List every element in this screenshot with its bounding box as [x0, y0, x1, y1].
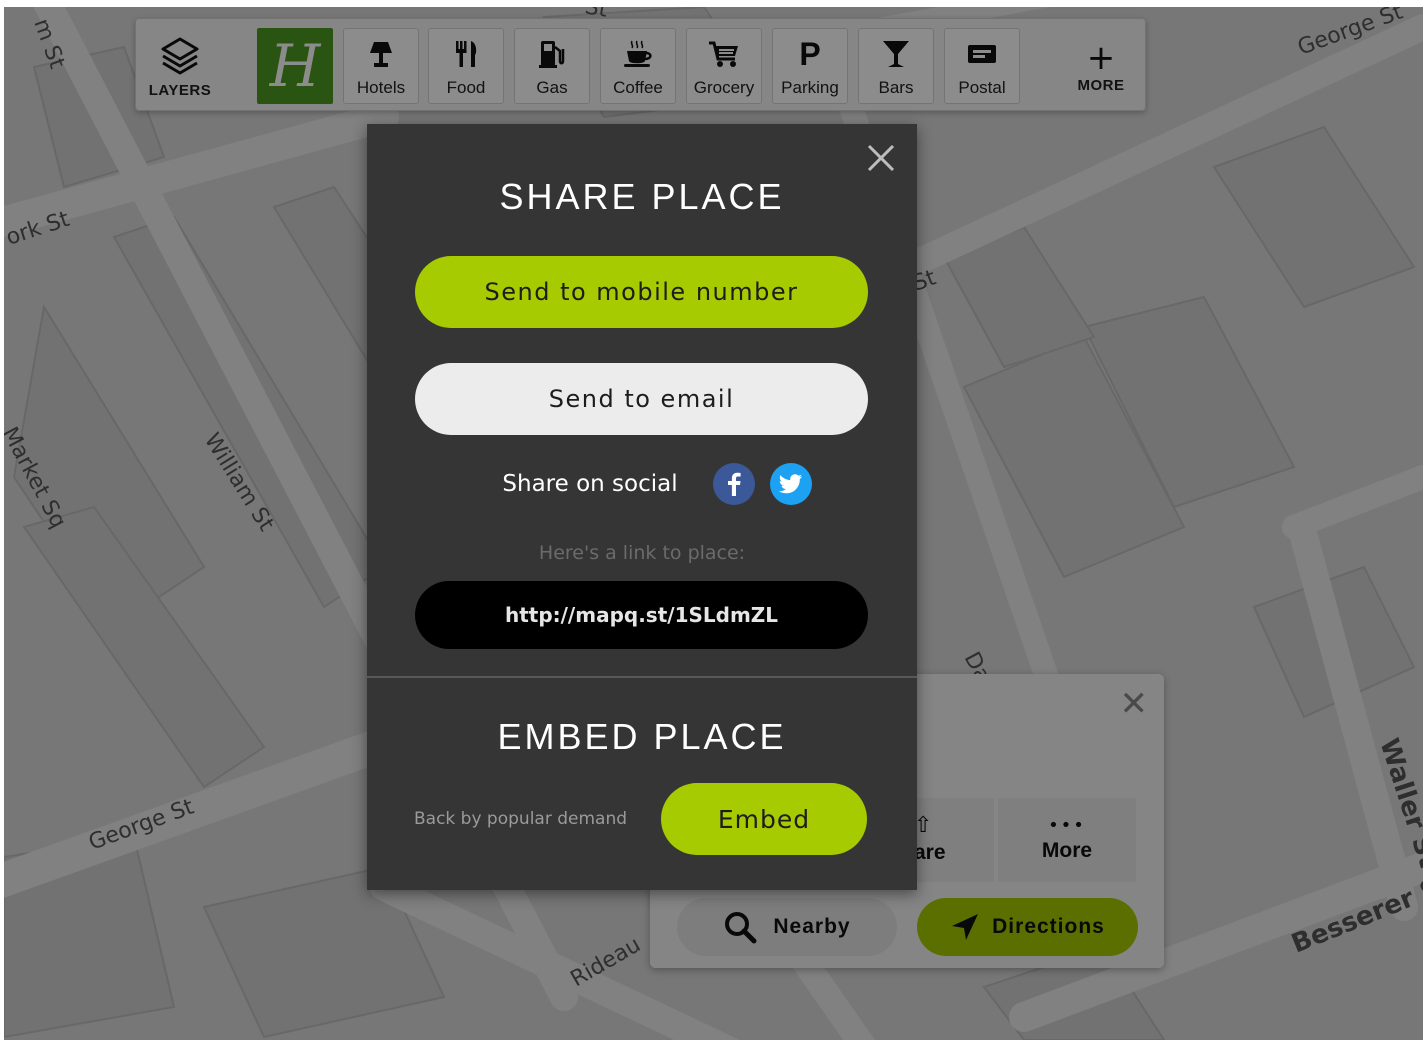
share-action-label: are: [914, 841, 946, 864]
share-on-social-label: Share on social: [502, 471, 678, 497]
hotel-lamp-icon: [368, 39, 394, 69]
send-to-email-button[interactable]: Send to email: [415, 363, 868, 435]
nearby-button[interactable]: Nearby: [677, 898, 897, 956]
layers-icon: [161, 37, 199, 74]
category-label: Grocery: [693, 78, 755, 97]
plus-icon: +: [1086, 37, 1116, 78]
more-label: MORE: [1077, 76, 1125, 94]
close-icon[interactable]: ✕: [1120, 684, 1149, 724]
coffee-cup-icon: [623, 39, 653, 69]
layers-label: LAYERS: [148, 81, 212, 99]
category-label: Bars: [878, 78, 914, 97]
parking-icon: P: [799, 36, 821, 72]
facebook-icon: [727, 472, 741, 496]
close-icon[interactable]: [865, 142, 897, 174]
shopping-cart-icon: [708, 39, 740, 69]
more-dots-icon: •••: [1048, 815, 1086, 836]
category-label: Food: [446, 78, 486, 97]
facebook-share-button[interactable]: [712, 463, 755, 505]
category-gas-button[interactable]: Gas: [514, 28, 590, 104]
embed-note: Back by popular demand: [414, 809, 628, 829]
brand-logo: H: [269, 32, 321, 100]
category-label: Hotels: [356, 78, 406, 97]
more-categories-button[interactable]: + MORE: [1056, 29, 1146, 105]
twitter-icon: [778, 474, 802, 494]
mailbox-icon: [967, 39, 997, 69]
category-label: Coffee: [613, 78, 663, 97]
category-label: Postal: [958, 78, 1006, 97]
nearby-label: Nearby: [773, 915, 851, 938]
category-toolbar: LAYERS H Hotels Food Gas Coffee Grocery …: [135, 18, 1146, 111]
share-place-modal: SHARE PLACE Send to mobile number Send t…: [367, 124, 917, 890]
cocktail-icon: [882, 39, 910, 69]
link-caption: Here's a link to place:: [538, 542, 746, 564]
share-link-field[interactable]: http://mapq.st/1SLdmZL: [415, 581, 868, 649]
holiday-inn-brand-button[interactable]: H: [257, 28, 333, 104]
navigation-arrow-icon: [952, 914, 979, 940]
category-postal-button[interactable]: Postal: [944, 28, 1020, 104]
more-action-button[interactable]: ••• More: [998, 798, 1136, 882]
search-icon: [725, 912, 757, 944]
send-to-mobile-button[interactable]: Send to mobile number: [415, 256, 868, 328]
fork-knife-icon: [453, 39, 479, 69]
embed-place-title: EMBED PLACE: [497, 716, 787, 757]
category-parking-button[interactable]: P Parking: [772, 28, 848, 104]
directions-label: Directions: [992, 915, 1105, 938]
category-coffee-button[interactable]: Coffee: [600, 28, 676, 104]
more-action-label: More: [1041, 839, 1093, 862]
embed-button[interactable]: Embed: [661, 783, 867, 855]
category-food-button[interactable]: Food: [428, 28, 504, 104]
social-share-row: Share on social: [367, 462, 917, 506]
category-grocery-button[interactable]: Grocery: [686, 28, 762, 104]
category-label: Parking: [781, 78, 839, 97]
directions-button[interactable]: Directions: [917, 898, 1138, 956]
twitter-share-button[interactable]: [769, 463, 812, 505]
category-label: Gas: [536, 78, 568, 97]
gas-pump-icon: [539, 39, 565, 69]
section-divider: [367, 676, 917, 678]
share-place-title: SHARE PLACE: [499, 176, 785, 217]
category-bars-button[interactable]: Bars: [858, 28, 934, 104]
layers-button[interactable]: LAYERS: [144, 27, 216, 107]
category-hotels-button[interactable]: Hotels: [343, 28, 419, 104]
